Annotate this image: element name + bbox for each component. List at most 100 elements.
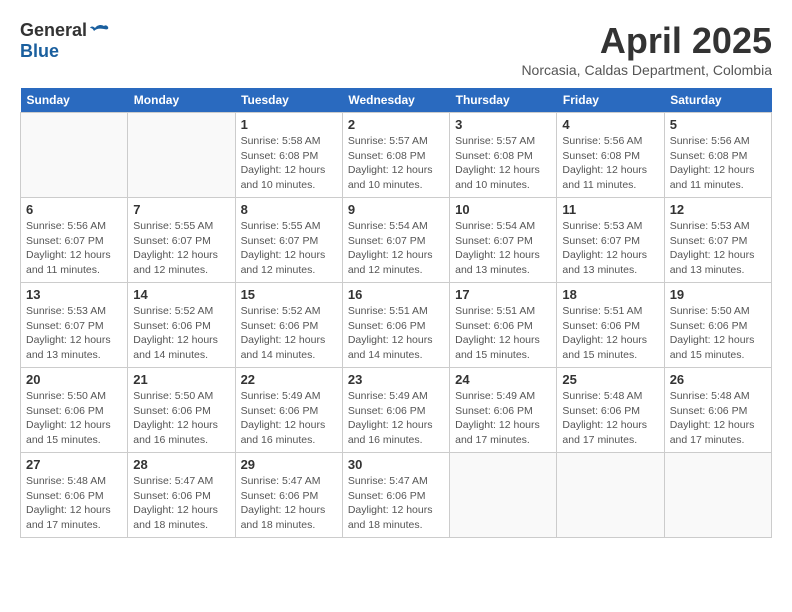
day-info: Sunrise: 5:50 AM Sunset: 6:06 PM Dayligh… — [670, 304, 766, 363]
day-number: 23 — [348, 372, 444, 387]
calendar-day-cell: 2Sunrise: 5:57 AM Sunset: 6:08 PM Daylig… — [342, 113, 449, 198]
day-info: Sunrise: 5:53 AM Sunset: 6:07 PM Dayligh… — [670, 219, 766, 278]
day-number: 14 — [133, 287, 229, 302]
weekday-header: Wednesday — [342, 88, 449, 113]
day-info: Sunrise: 5:47 AM Sunset: 6:06 PM Dayligh… — [133, 474, 229, 533]
day-info: Sunrise: 5:57 AM Sunset: 6:08 PM Dayligh… — [455, 134, 551, 193]
logo-general-text: General — [20, 20, 87, 41]
day-number: 15 — [241, 287, 337, 302]
day-number: 13 — [26, 287, 122, 302]
day-info: Sunrise: 5:47 AM Sunset: 6:06 PM Dayligh… — [241, 474, 337, 533]
calendar-day-cell: 9 Sunrise: 5:54 AM Sunset: 6:07 PM Daylig… — [342, 198, 449, 283]
title-section: April 2025 Norcasia, Caldas Department, … — [521, 20, 772, 78]
day-number: 21 — [133, 372, 229, 387]
day-info: Sunrise: 5:48 AM Sunset: 6:06 PM Dayligh… — [562, 389, 658, 448]
day-info: Sunrise: 5:51 AM Sunset: 6:06 PM Dayligh… — [562, 304, 658, 363]
calendar-table: SundayMondayTuesdayWednesdayThursdayFrid… — [20, 88, 772, 538]
day-info: Sunrise: 5:49 AM Sunset: 6:06 PM Dayligh… — [348, 389, 444, 448]
day-info: Sunrise: 5:56 AM Sunset: 6:08 PM Dayligh… — [562, 134, 658, 193]
calendar-day-cell: 19 Sunrise: 5:50 AM Sunset: 6:06 PM Dayli… — [664, 283, 771, 368]
weekday-header: Friday — [557, 88, 664, 113]
day-info: Sunrise: 5:49 AM Sunset: 6:06 PM Dayligh… — [241, 389, 337, 448]
calendar-header-row: SundayMondayTuesdayWednesdayThursdayFrid… — [21, 88, 772, 113]
day-number: 9 — [348, 202, 444, 217]
day-info: Sunrise: 5:56 AM Sunset: 6:07 PM Dayligh… — [26, 219, 122, 278]
day-info: Sunrise: 5:51 AM Sunset: 6:06 PM Dayligh… — [348, 304, 444, 363]
day-info: Sunrise: 5:56 AM Sunset: 6:08 PM Dayligh… — [670, 134, 766, 193]
day-info: Sunrise: 5:53 AM Sunset: 6:07 PM Dayligh… — [562, 219, 658, 278]
calendar-week-row: 20Sunrise: 5:50 AM Sunset: 6:06 PM Dayli… — [21, 368, 772, 453]
calendar-week-row: 27 Sunrise: 5:48 AM Sunset: 6:06 PM Dayli… — [21, 453, 772, 538]
calendar-day-cell: 10 Sunrise: 5:54 AM Sunset: 6:07 PM Dayli… — [450, 198, 557, 283]
day-number: 8 — [241, 202, 337, 217]
weekday-header: Thursday — [450, 88, 557, 113]
calendar-day-cell: 17Sunrise: 5:51 AM Sunset: 6:06 PM Dayli… — [450, 283, 557, 368]
day-number: 26 — [670, 372, 766, 387]
day-number: 22 — [241, 372, 337, 387]
calendar-day-cell: 13 Sunrise: 5:53 AM Sunset: 6:07 PM Dayli… — [21, 283, 128, 368]
logo-bird-icon — [89, 21, 109, 41]
calendar-day-cell — [128, 113, 235, 198]
day-number: 4 — [562, 117, 658, 132]
calendar-day-cell: 11Sunrise: 5:53 AM Sunset: 6:07 PM Dayli… — [557, 198, 664, 283]
calendar-day-cell: 25Sunrise: 5:48 AM Sunset: 6:06 PM Dayli… — [557, 368, 664, 453]
day-number: 29 — [241, 457, 337, 472]
calendar-day-cell — [557, 453, 664, 538]
day-number: 2 — [348, 117, 444, 132]
month-title: April 2025 — [521, 20, 772, 62]
calendar-week-row: 1Sunrise: 5:58 AM Sunset: 6:08 PM Daylig… — [21, 113, 772, 198]
day-number: 19 — [670, 287, 766, 302]
calendar-day-cell: 14 Sunrise: 5:52 AM Sunset: 6:06 PM Dayli… — [128, 283, 235, 368]
calendar-day-cell: 30Sunrise: 5:47 AM Sunset: 6:06 PM Dayli… — [342, 453, 449, 538]
calendar-day-cell: 3 Sunrise: 5:57 AM Sunset: 6:08 PM Daylig… — [450, 113, 557, 198]
calendar-day-cell: 7Sunrise: 5:55 AM Sunset: 6:07 PM Daylig… — [128, 198, 235, 283]
calendar-day-cell: 24Sunrise: 5:49 AM Sunset: 6:06 PM Dayli… — [450, 368, 557, 453]
calendar-day-cell: 22 Sunrise: 5:49 AM Sunset: 6:06 PM Dayli… — [235, 368, 342, 453]
day-info: Sunrise: 5:52 AM Sunset: 6:06 PM Dayligh… — [133, 304, 229, 363]
day-number: 5 — [670, 117, 766, 132]
day-number: 10 — [455, 202, 551, 217]
logo: General Blue — [20, 20, 109, 62]
day-info: Sunrise: 5:55 AM Sunset: 6:07 PM Dayligh… — [133, 219, 229, 278]
day-info: Sunrise: 5:50 AM Sunset: 6:06 PM Dayligh… — [133, 389, 229, 448]
day-number: 18 — [562, 287, 658, 302]
calendar-day-cell: 5 Sunrise: 5:56 AM Sunset: 6:08 PM Daylig… — [664, 113, 771, 198]
calendar-day-cell — [450, 453, 557, 538]
day-number: 12 — [670, 202, 766, 217]
calendar-day-cell: 8Sunrise: 5:55 AM Sunset: 6:07 PM Daylig… — [235, 198, 342, 283]
weekday-header: Monday — [128, 88, 235, 113]
day-info: Sunrise: 5:54 AM Sunset: 6:07 PM Dayligh… — [455, 219, 551, 278]
weekday-header: Tuesday — [235, 88, 342, 113]
weekday-header: Sunday — [21, 88, 128, 113]
calendar-day-cell: 12 Sunrise: 5:53 AM Sunset: 6:07 PM Dayli… — [664, 198, 771, 283]
day-info: Sunrise: 5:47 AM Sunset: 6:06 PM Dayligh… — [348, 474, 444, 533]
calendar-week-row: 6 Sunrise: 5:56 AM Sunset: 6:07 PM Daylig… — [21, 198, 772, 283]
day-info: Sunrise: 5:49 AM Sunset: 6:06 PM Dayligh… — [455, 389, 551, 448]
calendar-day-cell: 27 Sunrise: 5:48 AM Sunset: 6:06 PM Dayli… — [21, 453, 128, 538]
calendar-week-row: 13 Sunrise: 5:53 AM Sunset: 6:07 PM Dayli… — [21, 283, 772, 368]
calendar-day-cell: 18 Sunrise: 5:51 AM Sunset: 6:06 PM Dayli… — [557, 283, 664, 368]
day-number: 6 — [26, 202, 122, 217]
calendar-day-cell — [21, 113, 128, 198]
day-info: Sunrise: 5:48 AM Sunset: 6:06 PM Dayligh… — [26, 474, 122, 533]
calendar-day-cell: 21 Sunrise: 5:50 AM Sunset: 6:06 PM Dayli… — [128, 368, 235, 453]
calendar-day-cell: 15Sunrise: 5:52 AM Sunset: 6:06 PM Dayli… — [235, 283, 342, 368]
day-info: Sunrise: 5:54 AM Sunset: 6:07 PM Dayligh… — [348, 219, 444, 278]
calendar-day-cell: 26 Sunrise: 5:48 AM Sunset: 6:06 PM Dayli… — [664, 368, 771, 453]
calendar-day-cell: 4 Sunrise: 5:56 AM Sunset: 6:08 PM Daylig… — [557, 113, 664, 198]
day-number: 1 — [241, 117, 337, 132]
day-number: 16 — [348, 287, 444, 302]
calendar-day-cell: 29 Sunrise: 5:47 AM Sunset: 6:06 PM Dayli… — [235, 453, 342, 538]
calendar-day-cell: 16 Sunrise: 5:51 AM Sunset: 6:06 PM Dayli… — [342, 283, 449, 368]
page-header: General Blue April 2025 Norcasia, Caldas… — [20, 20, 772, 78]
day-number: 3 — [455, 117, 551, 132]
calendar-day-cell: 1Sunrise: 5:58 AM Sunset: 6:08 PM Daylig… — [235, 113, 342, 198]
day-info: Sunrise: 5:48 AM Sunset: 6:06 PM Dayligh… — [670, 389, 766, 448]
day-info: Sunrise: 5:53 AM Sunset: 6:07 PM Dayligh… — [26, 304, 122, 363]
weekday-header: Saturday — [664, 88, 771, 113]
day-number: 27 — [26, 457, 122, 472]
location-title: Norcasia, Caldas Department, Colombia — [521, 62, 772, 78]
day-number: 17 — [455, 287, 551, 302]
calendar-day-cell: 28Sunrise: 5:47 AM Sunset: 6:06 PM Dayli… — [128, 453, 235, 538]
day-info: Sunrise: 5:50 AM Sunset: 6:06 PM Dayligh… — [26, 389, 122, 448]
